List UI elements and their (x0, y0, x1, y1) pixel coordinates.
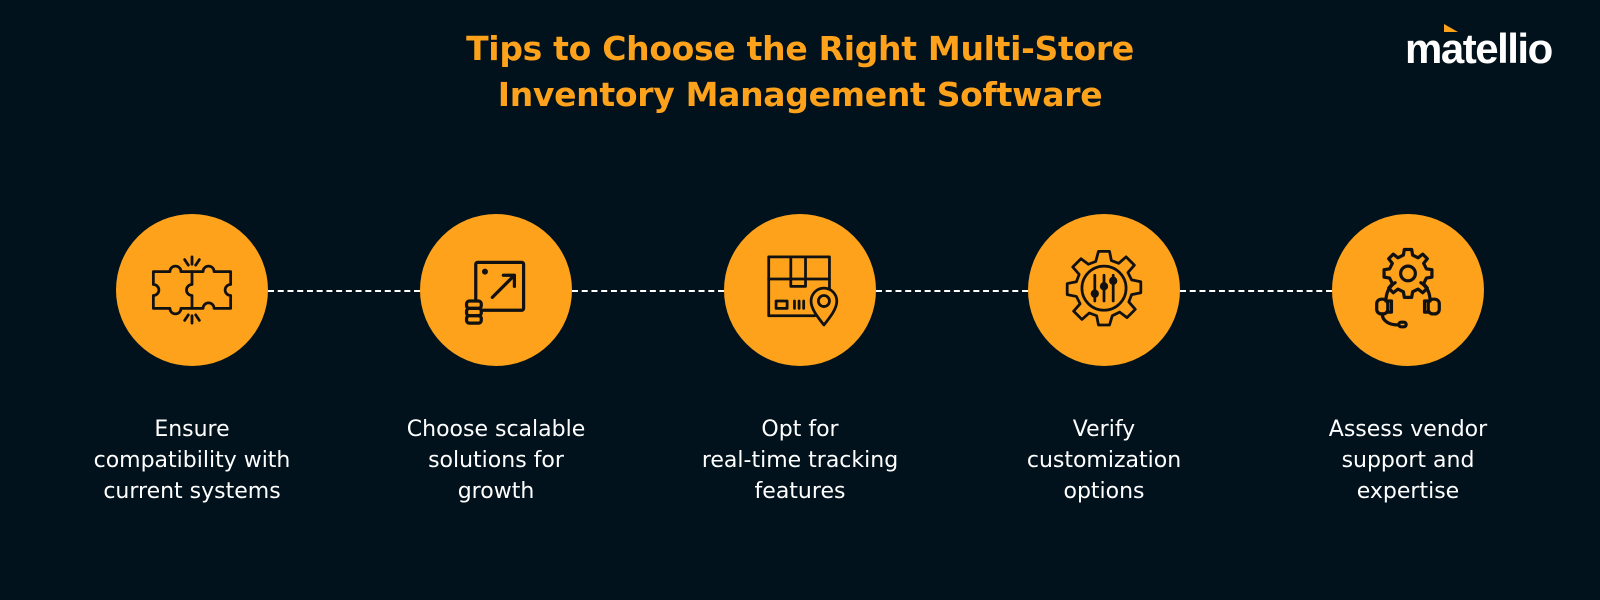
title-line-2: Inventory Management Software (497, 75, 1103, 114)
step-3: Opt for real-time tracking features (670, 214, 930, 507)
logo-text-prefix: m (1405, 25, 1442, 72)
step-label: Ensure compatibility with current system… (93, 417, 291, 504)
puzzle-icon (151, 255, 233, 325)
logo-text-suffix: tellio (1462, 25, 1554, 72)
title-line-1: Tips to Choose the Right Multi-Store (466, 29, 1134, 68)
step-circle (1332, 214, 1484, 366)
page-title: Tips to Choose the Right Multi-Store Inv… (0, 26, 1600, 118)
step-label: Choose scalable solutions for growth (406, 417, 586, 504)
scale-up-icon (464, 260, 526, 325)
logo-text-accent: a (1440, 25, 1464, 72)
step-5: Assess vendor support and expertise (1278, 214, 1538, 507)
logo-accent-letter: a (1440, 24, 1464, 72)
logo-accent-mark (1443, 24, 1458, 32)
step-1: Ensure compatibility with current system… (62, 214, 322, 507)
step-4: Verify customization options (974, 214, 1234, 507)
step-label: Opt for real-time tracking features (701, 417, 899, 504)
support-gear-icon (1375, 247, 1441, 329)
step-2: Choose scalable solutions for growth (366, 214, 626, 507)
gear-settings-icon (1065, 249, 1143, 327)
brand-logo: ma tellio (1405, 24, 1554, 72)
step-circle (1028, 214, 1180, 366)
step-label: Assess vendor support and expertise (1328, 417, 1488, 504)
step-circle (420, 214, 572, 366)
step-circle (724, 214, 876, 366)
step-circle (116, 214, 268, 366)
step-label: Verify customization options (1026, 417, 1182, 504)
package-tracking-icon (767, 255, 839, 327)
